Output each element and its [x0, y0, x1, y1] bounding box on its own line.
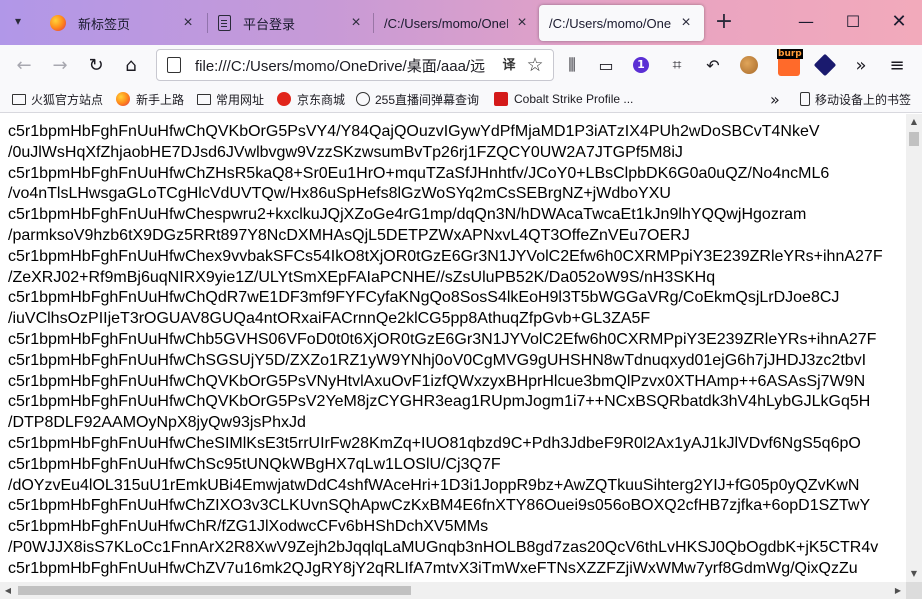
badge-count: 1 [633, 57, 649, 73]
bookmark-label: 常用网址 [216, 92, 265, 107]
file-icon [167, 57, 181, 73]
page-content: c5r1bpmHbFghFnUuHfwChQVKbOrG5PsVY4/Y84Qa… [0, 114, 906, 582]
text-line: c5r1bpmHbFghFnUuHfwChex9vvbakSFCs54IkO8t… [8, 247, 883, 265]
url-text[interactable]: file:///C:/Users/momo/OneDrive/桌面/aaa/远 [195, 55, 495, 76]
text-line: /P0WJJX8isS7KLoCc1FnnArX2R8XwV9Zejh2bJqq… [8, 538, 879, 556]
url-bar[interactable]: file:///C:/Users/momo/OneDrive/桌面/aaa/远 … [156, 49, 554, 81]
tab-list-icon[interactable]: ▾ [6, 9, 30, 33]
bookmark-getting-started[interactable]: 新手上路 [116, 90, 184, 108]
close-window-button[interactable]: ✕ [887, 10, 911, 34]
cobalt-strike-icon [494, 92, 508, 106]
tab-new-tab[interactable]: 新标签页 × [40, 5, 206, 41]
text-line: c5r1bpmHbFghFnUuHfwChQVKbOrG5PsVNyHtvlAx… [8, 372, 866, 390]
vertical-scroll-thumb[interactable] [909, 132, 919, 146]
back-button[interactable]: ← [10, 51, 38, 79]
bookmarks-overflow-chevron-icon[interactable]: » [770, 90, 780, 109]
scroll-left-icon[interactable]: ◀ [0, 582, 16, 599]
text-line: c5r1bpmHbFghFnUuHfwChQdR7wE1DF3mf9FYFCyf… [8, 289, 840, 307]
text-line: c5r1bpmHbFghFnUuHfwChR/fZG1JlXodwcCFv6bH… [8, 518, 489, 536]
horizontal-scrollbar[interactable]: ◀ ▶ [0, 582, 906, 599]
close-icon[interactable]: × [678, 15, 694, 31]
close-icon[interactable]: × [180, 15, 196, 31]
crop-icon[interactable]: ⌗ [665, 53, 689, 77]
text-line: c5r1bpmHbFghFnUuHfwChZV7u16mk2QJgRY8jY2q… [8, 559, 858, 577]
tab-local-file[interactable]: /C:/Users/momo/OneD × [374, 5, 540, 41]
folder-icon [197, 93, 211, 105]
text-line: /0uJlWsHqXfZhjaobHE7DJsd6JVwlbvgw9VzzSKz… [8, 143, 683, 161]
translate-icon[interactable]: 译 [499, 56, 519, 76]
bookmarks-toolbar: 火狐官方站点 新手上路 常用网址 京东商城 255直播间弹幕查询 Cobalt … [0, 85, 922, 113]
firefox-icon [50, 15, 66, 31]
burp-icon[interactable]: burp [777, 49, 803, 77]
bookmark-firefox-official[interactable]: 火狐官方站点 [12, 90, 103, 108]
home-button[interactable]: ⌂ [117, 51, 145, 79]
text-line: /DTP8DLF92AAMOyNpX8jyQw93jsPhxJd [8, 414, 306, 432]
vertical-scrollbar[interactable]: ▲ ▼ [906, 114, 922, 582]
scrollbar-corner [906, 582, 922, 599]
bookmark-label: Cobalt Strike Profile ... [514, 92, 634, 106]
burp-label: burp [777, 49, 803, 59]
bookmark-255-live[interactable]: 255直播间弹幕查询 [356, 90, 479, 108]
forward-button[interactable]: → [46, 51, 74, 79]
cube-extension-icon[interactable] [813, 53, 837, 77]
extension-badge-icon[interactable]: 1 [629, 53, 653, 77]
bookmark-label: 新手上路 [136, 92, 185, 107]
tab-strip: ▾ 新标签页 × 平台登录 × /C:/Users/momo/OneD × /C… [0, 0, 922, 45]
text-line: c5r1bpmHbFghFnUuHfwChZIXO3v3CLKUvnSQhApw… [8, 497, 871, 515]
tab-title: /C:/Users/momo/OneD [384, 15, 508, 31]
bookmark-jd-mall[interactable]: 京东商城 [277, 90, 345, 108]
text-line: c5r1bpmHbFghFnUuHfwCheSIMlKsE3t5rrUIrFw2… [8, 434, 861, 452]
text-line: /parmksoV9hzb6tX9DGz5RRt897Y8NcDXMHAsQjL… [8, 226, 690, 244]
text-line: c5r1bpmHbFghFnUuHfwChSGSUjY5D/ZXZo1RZ1yW… [8, 351, 867, 369]
bookmark-label: 移动设备上的书签 [815, 92, 912, 107]
tab-platform-login[interactable]: 平台登录 × [208, 5, 374, 41]
scroll-down-icon[interactable]: ▼ [906, 566, 922, 582]
bookmark-label: 255直播间弹幕查询 [375, 92, 480, 107]
library-icon[interactable]: ⫼ [560, 53, 584, 77]
maximize-button[interactable]: ☐ [841, 10, 865, 34]
text-line: /ZeXRJ02+Rf9mBj6uqNIRX9yie1Z/ULYtSmXEpFA… [8, 268, 716, 286]
close-icon[interactable]: × [514, 15, 530, 31]
jd-icon [277, 92, 291, 106]
text-line: /vo4nTlsLHwsgaGLoTCgHlcVdUVTQw/Hx86uSpHe… [8, 185, 671, 203]
close-icon[interactable]: × [348, 15, 364, 31]
cookie-icon[interactable] [737, 53, 761, 77]
folder-icon [12, 93, 26, 105]
undo-icon[interactable]: ↶ [701, 53, 725, 77]
globe-icon [356, 92, 370, 106]
sidebar-icon[interactable]: ▭ [594, 53, 618, 77]
overflow-chevron-icon[interactable]: » [849, 53, 873, 77]
page-icon [218, 15, 231, 31]
text-line: /dOYzvEu4lOL315uU1rEmkUBi4EmwjatwDdC4shf… [8, 476, 860, 494]
tab-title: 平台登录 [243, 16, 296, 32]
tab-title: /C:/Users/momo/OneD [549, 15, 672, 31]
text-line: c5r1bpmHbFghFnUuHfwChb5GVHS06VFoD0t0t6Xj… [8, 330, 877, 348]
tab-title: 新标签页 [78, 16, 131, 32]
navigation-toolbar: ← → ↻ ⌂ file:///C:/Users/momo/OneDrive/桌… [0, 45, 922, 85]
text-line: c5r1bpmHbFghFnUuHfwChQVKbOrG5PsVY4/Y84Qa… [8, 123, 820, 140]
menu-icon[interactable]: ≡ [885, 53, 909, 77]
text-line: c5r1bpmHbFghFnUuHfwChespwru2+kxclkuJQjXZ… [8, 206, 807, 224]
bookmark-label: 火狐官方站点 [31, 92, 104, 107]
minimize-button[interactable]: — [794, 10, 818, 34]
bookmark-label: 京东商城 [297, 92, 346, 107]
text-line: /iuVClhsOzPIIjeT3rOGUAV8GUQa4ntORxaiFACr… [8, 310, 651, 328]
star-icon[interactable]: ☆ [525, 55, 545, 75]
bookmark-mobile[interactable]: 移动设备上的书签 [800, 90, 911, 108]
text-line: c5r1bpmHbFghFnUuHfwChZHsR5kaQ8+Sr0Eu1HrO… [8, 164, 830, 182]
text-line: c5r1bpmHbFghFnUuHfwChSc95tUNQkWBgHX7qLw1… [8, 455, 501, 473]
scroll-right-icon[interactable]: ▶ [890, 582, 906, 599]
reload-button[interactable]: ↻ [82, 51, 110, 79]
new-tab-button[interactable]: + [712, 11, 736, 35]
firefox-icon [116, 92, 130, 106]
mobile-icon [800, 92, 810, 106]
bookmark-common-sites[interactable]: 常用网址 [197, 90, 264, 108]
scroll-up-icon[interactable]: ▲ [906, 114, 922, 130]
bookmark-cobalt-strike[interactable]: Cobalt Strike Profile ... [494, 90, 633, 108]
tab-local-file-active[interactable]: /C:/Users/momo/OneD × [539, 5, 704, 41]
text-line: c5r1bpmHbFghFnUuHfwChQVKbOrG5PsV2YeM8jzC… [8, 393, 871, 411]
horizontal-scroll-thumb[interactable] [18, 586, 411, 595]
